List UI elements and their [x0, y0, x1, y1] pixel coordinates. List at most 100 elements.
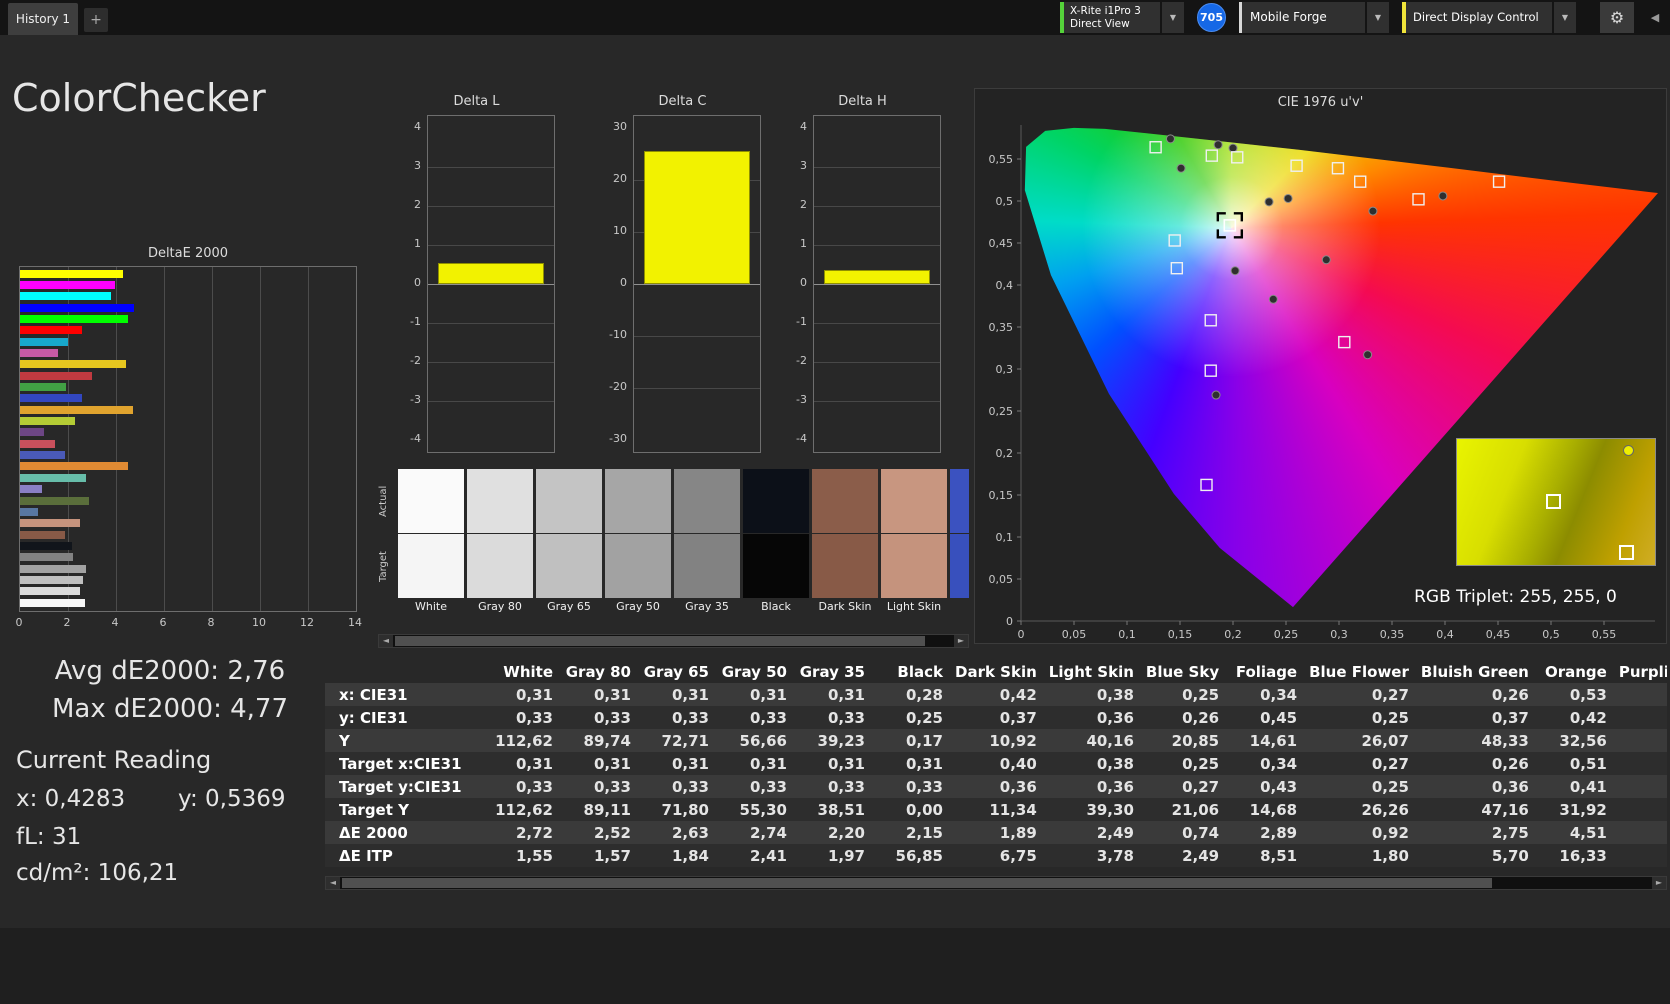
- table-cell: 1,89: [999, 823, 1037, 842]
- axis-tick-label: 3: [414, 159, 421, 172]
- scroll-left-icon[interactable]: ◄: [379, 635, 393, 647]
- patch-target-color: [743, 534, 809, 598]
- deltae-bar-blue-sky: [20, 507, 38, 516]
- patch-actual-color: [467, 469, 533, 533]
- gridline: [814, 323, 940, 324]
- table-cell: 0,27: [1182, 777, 1220, 796]
- cie-zoom-inset: [1456, 438, 1656, 566]
- svg-text:0: 0: [1006, 615, 1013, 628]
- meter-selector[interactable]: X-Rite i1Pro 3 Direct View: [1060, 2, 1160, 33]
- current-reading-cdm2: cd/m²: 106,21: [16, 860, 179, 886]
- deltae-bar-dark-skin: [20, 530, 66, 539]
- table-cell: 6,09: [1619, 844, 1667, 867]
- source-chevron-down-icon[interactable]: ▼: [1367, 2, 1389, 33]
- selection-brackets: [1216, 212, 1244, 239]
- table-cell: 71,80: [661, 800, 709, 819]
- gridline: [428, 401, 554, 402]
- table-cell: 16,33: [1559, 846, 1607, 865]
- table-cell: 20,85: [1171, 731, 1220, 750]
- patch-actual-color: [743, 469, 809, 533]
- table-row: Y 112,62 89,74 72,71 56,66 39,23 0,17 10,92 40,1…: [325, 729, 1667, 752]
- display-control-chevron-down-icon[interactable]: ▼: [1554, 2, 1576, 33]
- source-selector[interactable]: Mobile Forge: [1239, 2, 1365, 33]
- delta-c-axis-labels: 30 20 10 0 -10 -20 -30: [605, 115, 629, 453]
- svg-text:0,25: 0,25: [1274, 628, 1299, 641]
- patch-actual-color: [398, 469, 464, 533]
- patch-label: Gray 80: [478, 600, 522, 613]
- measured-point: [1213, 140, 1223, 150]
- table-scrollbar[interactable]: ◄ ►: [325, 876, 1667, 890]
- table-cell: 0,31: [515, 685, 553, 704]
- axis-tick-label: 0: [414, 276, 421, 289]
- table-cell: 38,51: [817, 800, 865, 819]
- delta-c-chart: [633, 115, 761, 453]
- table-cell: 40,16: [1086, 731, 1134, 750]
- gridline: [814, 284, 940, 285]
- table-cell: 0,42: [1569, 708, 1607, 727]
- column-header-blue-sky: Blue Sky: [1145, 662, 1220, 681]
- table-scroll-thumb[interactable]: [342, 878, 1492, 888]
- target-point: [1412, 193, 1425, 206]
- gridline: [634, 284, 760, 285]
- table-cell: 0,33: [593, 777, 631, 796]
- svg-text:0,25: 0,25: [989, 405, 1014, 418]
- gridline: [428, 167, 554, 168]
- delta-c-chart-title: Delta C: [658, 94, 707, 109]
- table-cell: 0,40: [999, 754, 1037, 773]
- axis-tick-label: -4: [410, 432, 421, 445]
- table-cell: 0,36: [1096, 708, 1134, 727]
- gridline: [814, 167, 940, 168]
- gear-icon[interactable]: ⚙: [1600, 2, 1634, 33]
- table-cell: 0,25: [1371, 777, 1409, 796]
- table-cell: 0,28: [905, 685, 943, 704]
- patch-strip-scrollbar[interactable]: ◄ ►: [378, 634, 969, 648]
- measured-point: [1211, 390, 1221, 400]
- delta-l-chart: [427, 115, 555, 453]
- column-header-dark-skin: Dark Skin: [955, 662, 1037, 681]
- table-cell: 0,51: [1569, 754, 1607, 773]
- axis-tick-label: 8: [207, 616, 215, 629]
- gridline: [428, 206, 554, 207]
- delta-bar: [644, 151, 750, 284]
- table-cell: 2,89: [1260, 823, 1298, 842]
- table-cell: 26,26: [1361, 800, 1409, 819]
- column-header-foliage: Foliage: [1235, 662, 1298, 681]
- collapse-panel-icon[interactable]: ◀: [1642, 2, 1668, 33]
- scroll-right-icon[interactable]: ►: [1652, 877, 1666, 889]
- table-cell: 0,27: [1371, 685, 1409, 704]
- table-cell: 1,55: [515, 846, 553, 865]
- deltae-bar-blue-flower: [20, 485, 43, 494]
- column-header-gray-50: Gray 50: [721, 662, 787, 681]
- calman-colorchecker-window: History 1 + X-Rite i1Pro 3 Direct View ▼…: [0, 0, 1670, 1004]
- scroll-left-icon[interactable]: ◄: [326, 877, 340, 889]
- display-control-selector[interactable]: Direct Display Control: [1402, 2, 1552, 33]
- table-cell: 3,78: [1096, 846, 1134, 865]
- axis-tick-label: -20: [609, 380, 627, 393]
- target-point: [1204, 364, 1217, 377]
- table-cell: 0,26: [1491, 685, 1529, 704]
- column-header-white: White: [503, 662, 553, 681]
- current-reading-fl: fL: 31: [16, 824, 82, 850]
- target-point: [1338, 335, 1351, 349]
- patch-strip-scroll-thumb[interactable]: [395, 636, 925, 646]
- patch-label: Dark Skin: [818, 600, 872, 613]
- table-cell: 0,41: [1569, 777, 1607, 796]
- column-header-orange: Orange: [1544, 662, 1607, 681]
- deltae-bar-100-cyan: [20, 292, 112, 301]
- table-cell: 0,34: [1260, 685, 1298, 704]
- measured-point: [1283, 193, 1293, 203]
- scroll-right-icon[interactable]: ►: [954, 635, 968, 647]
- table-cell: 2,20: [827, 823, 865, 842]
- table-row: Target y:CIE31 0,33 0,33 0,33 0,33 0,33 0,33 0,…: [325, 775, 1667, 798]
- patch-label: Gray 50: [616, 600, 660, 613]
- tab-history-1[interactable]: History 1: [8, 3, 78, 35]
- patch-blue: Blue: [950, 469, 969, 615]
- table-cell: 21,06: [1171, 800, 1220, 819]
- meter-chevron-down-icon[interactable]: ▼: [1162, 2, 1184, 33]
- patch-actual-color: [674, 469, 740, 533]
- svg-text:0,2: 0,2: [1224, 628, 1242, 641]
- add-tab-button[interactable]: +: [84, 8, 108, 32]
- patch-gray-65: Gray 65: [536, 469, 602, 615]
- axis-tick-label: 2: [63, 616, 71, 629]
- svg-text:0,05: 0,05: [989, 573, 1014, 586]
